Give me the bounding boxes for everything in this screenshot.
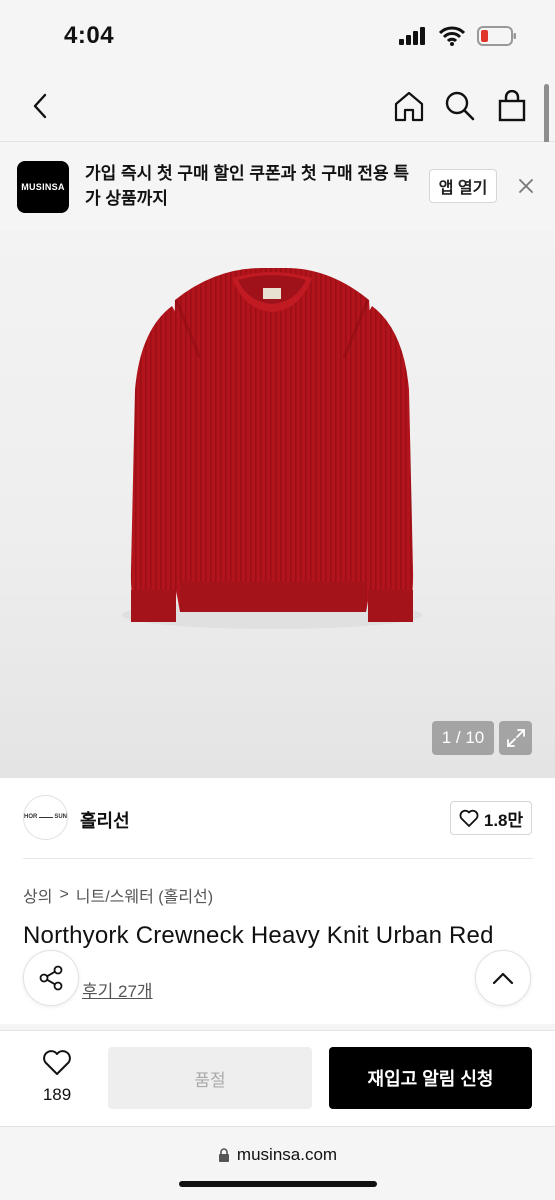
url-text: musinsa.com <box>236 1145 338 1164</box>
breadcrumb-category[interactable]: 상의 <box>23 883 52 907</box>
share-icon <box>39 965 63 991</box>
product-image-sweater <box>122 268 422 629</box>
home-button[interactable] <box>389 86 429 126</box>
battery-icon <box>477 26 516 46</box>
brand-logo-text-top: HOR <box>24 814 38 820</box>
scroll-top-button[interactable] <box>475 950 531 1006</box>
browser-url-bar[interactable]: musinsa.com <box>0 1126 555 1200</box>
heart-icon <box>43 1050 71 1075</box>
breadcrumb-separator: > <box>59 886 69 903</box>
back-button[interactable] <box>20 86 60 126</box>
breadcrumb: 상의 > 니트/스웨터 (홀리선) <box>23 883 213 907</box>
wifi-icon <box>439 26 465 46</box>
soldout-button: 품절 <box>108 1047 312 1109</box>
breadcrumb-subcategory[interactable]: 니트/스웨터 (홀리선) <box>76 883 213 907</box>
expand-image-button[interactable] <box>499 721 532 755</box>
chevron-left-icon <box>33 93 47 119</box>
brand-name[interactable]: 홀리선 <box>80 807 130 833</box>
cart-button[interactable] <box>492 86 532 126</box>
url-display[interactable]: musinsa.com <box>0 1145 555 1165</box>
home-indicator <box>179 1181 377 1187</box>
scroll-indicator <box>544 84 549 146</box>
close-icon <box>519 179 533 193</box>
review-link[interactable]: 후기 27개 <box>82 977 153 1002</box>
product-image-gallery[interactable]: 1 / 10 <box>0 230 555 778</box>
banner-message: 가입 즉시 첫 구매 할인 쿠폰과 첫 구매 전용 특가 상품까지 <box>85 164 410 208</box>
restock-alert-button[interactable]: 재입고 알림 신청 <box>329 1047 532 1109</box>
brand-logo[interactable]: HOR SUN <box>23 795 68 840</box>
search-button[interactable] <box>440 86 480 126</box>
lock-icon <box>218 1147 229 1162</box>
status-time: 4:04 <box>64 22 115 49</box>
purchase-bar: 189 품절 재입고 알림 신청 <box>0 1030 555 1126</box>
wishlist-count: 189 <box>42 1085 72 1104</box>
search-icon <box>445 91 475 121</box>
wishlist-button[interactable]: 189 <box>32 1049 82 1105</box>
musinsa-logo: MUSINSA <box>17 161 69 213</box>
image-counter: 1 / 10 <box>432 721 494 755</box>
brand-like-button[interactable]: 1.8만 <box>450 801 532 835</box>
banner-close-button[interactable] <box>514 174 538 198</box>
brand-logo-text-bottom: SUN <box>54 814 67 820</box>
brand-logo-divider <box>38 817 53 818</box>
heart-icon <box>459 809 479 827</box>
brand-like-count: 1.8만 <box>483 810 524 830</box>
open-app-button[interactable]: 앱 열기 <box>429 169 497 203</box>
brand-row: HOR SUN 홀리선 1.8만 <box>0 778 555 858</box>
status-bar: 4:04 <box>0 0 555 70</box>
home-icon <box>394 91 424 122</box>
signal-icon <box>399 27 425 45</box>
app-banner: MUSINSA 가입 즉시 첫 구매 할인 쿠폰과 첫 구매 전용 특가 상품까… <box>0 142 555 230</box>
shopping-bag-icon <box>498 90 526 122</box>
share-button[interactable] <box>23 950 79 1006</box>
expand-icon <box>506 729 525 747</box>
nav-bar <box>0 70 555 142</box>
product-title: Northyork Crewneck Heavy Knit Urban Red <box>23 922 494 949</box>
chevron-up-icon <box>492 972 514 985</box>
divider <box>23 858 533 859</box>
status-icons <box>399 26 517 46</box>
